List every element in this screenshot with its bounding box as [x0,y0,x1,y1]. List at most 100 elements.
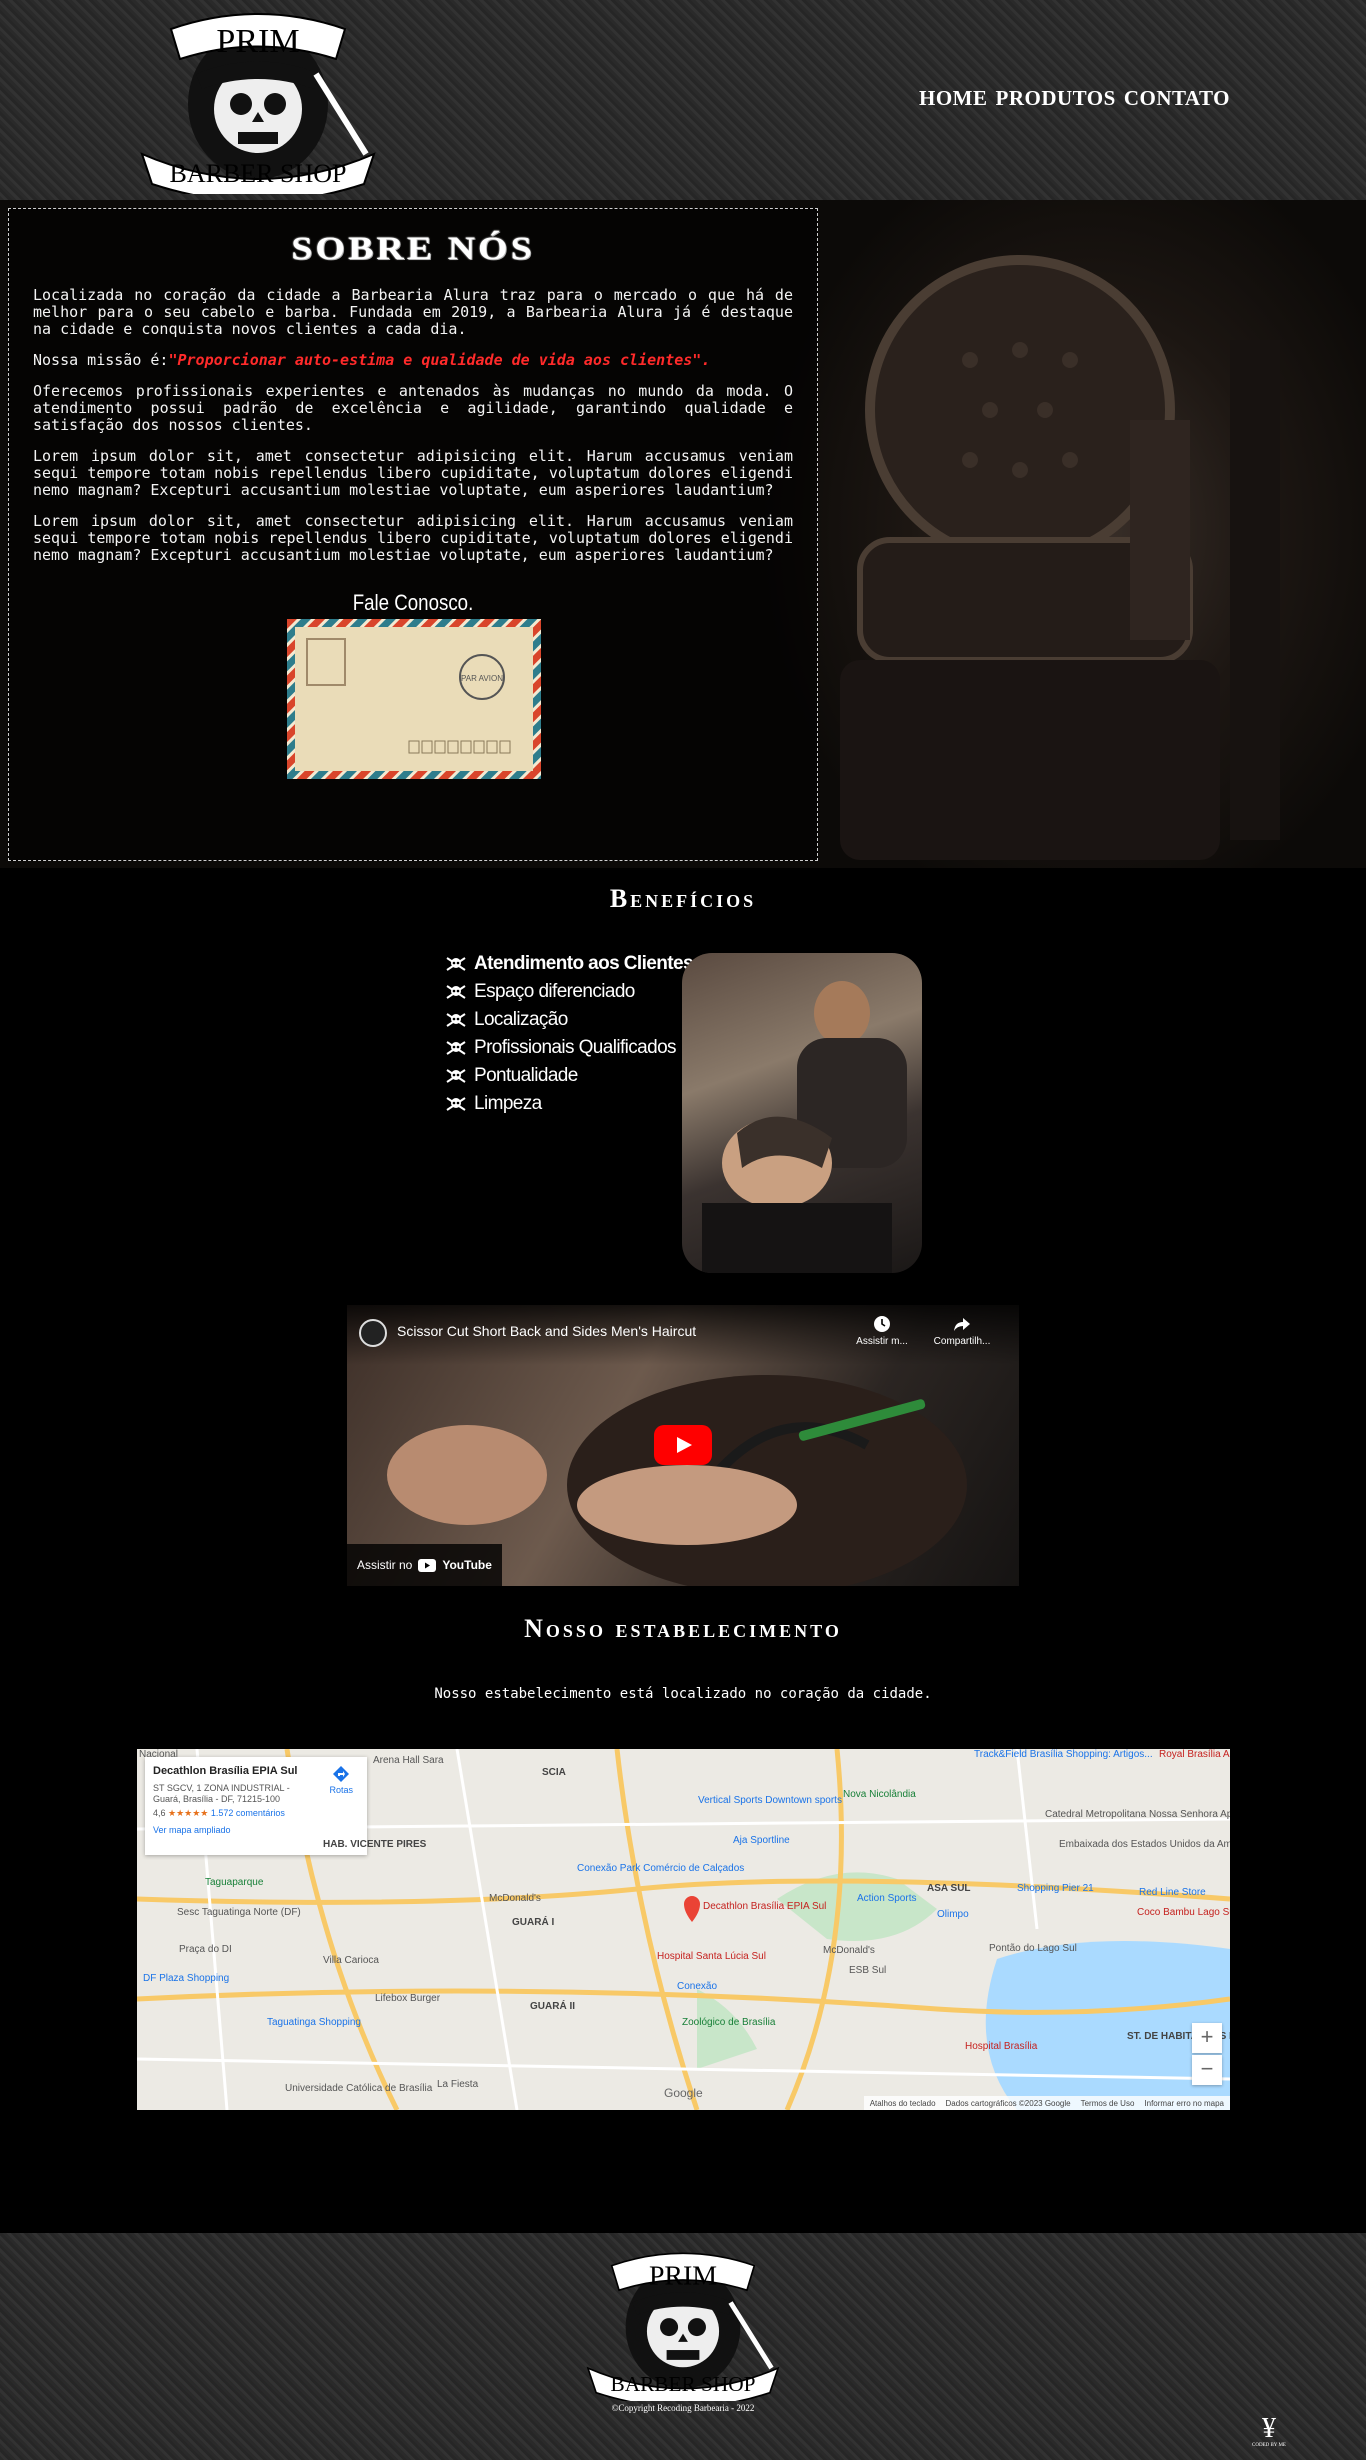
map-label: Catedral Metropolitana Nossa Senhora Apa… [1045,1809,1230,1820]
video-title[interactable]: Scissor Cut Short Back and Sides Men's H… [397,1323,696,1339]
map-label: Zoológico de Brasília [682,2017,776,2028]
estabelecimento-title: Nosso estabelecimento [524,1614,842,1643]
place-rating: 4,6 ★★★★★ 1.572 comentários [153,1808,285,1818]
map-label: Taguaparque [205,1877,264,1888]
svg-text:PRIM: PRIM [649,2260,717,2291]
skull-crossbones-icon [446,1097,466,1111]
map-label: Embaixada dos Estados Unidos da América [1059,1839,1230,1850]
prim-barber-shop-logo[interactable]: PRIM BARBER SHOP [583,2245,783,2401]
svg-text:BARBER SHOP: BARBER SHOP [170,159,347,188]
map-label: Shopping Pier 21 [1017,1883,1094,1894]
place-address: ST SGCV, 1 ZONA INDUSTRIAL - Guará, Bras… [153,1783,290,1804]
sobre-paragraph-5: Lorem ipsum dolor sit, amet consectetur … [33,512,793,564]
map-label: Praça do DI [179,1944,232,1955]
sobre-section: SOBRE NÓS Localizada no coração da cidad… [0,200,1366,868]
skull-crossbones-icon [446,1041,466,1055]
estabelecimento-text: Nosso estabelecimento está localizado no… [434,1686,932,1702]
main-nav: HOME PRODUTOS CONTATO [919,86,1230,111]
map-label: Nacional [139,1749,178,1760]
map-label: Red Line Store [1139,1887,1206,1898]
beneficio-item: Limpeza [446,1090,693,1118]
map-label: Sesc Taguatinga Norte (DF) [177,1907,301,1918]
svg-text:PRIM: PRIM [216,23,299,60]
youtube-video-embed[interactable]: Scissor Cut Short Back and Sides Men's H… [347,1305,1019,1586]
svg-text:PAR AVION: PAR AVION [461,674,503,683]
sobre-paragraph-3: Oferecemos profissionais experientes e a… [33,382,793,434]
map-label: Vertical Sports Downtown sports [698,1795,842,1806]
map-label: Olimpo [937,1909,969,1920]
skull-crossbones-icon [446,1013,466,1027]
map-label: Royal Brasília Alvor [1159,1749,1230,1760]
map-label: GUARÁ II [530,2001,575,2012]
terms-link[interactable]: Termos de Uso [1081,2099,1135,2108]
nav-contato[interactable]: CONTATO [1124,86,1230,111]
beneficios-list: Atendimento aos Clientes Espaço diferenc… [446,950,694,1118]
skull-crossbones-icon [446,957,466,971]
beneficio-item: Localização [446,1006,693,1034]
larger-map-link[interactable]: Ver mapa ampliado [153,1825,359,1835]
sobre-paragraph-4: Lorem ipsum dolor sit, amet consectetur … [33,447,793,499]
svg-text:BARBER SHOP: BARBER SHOP [611,2372,756,2396]
google-map-embed[interactable]: Decathlon Brasília EPIA Sul ST SGCV, 1 Z… [137,1749,1230,2110]
yen-symbol-icon: ¥ [1261,2413,1276,2444]
map-footer: Atalhos do teclado Dados cartográficos ©… [863,2096,1230,2110]
map-label: Universidade Católica de Brasília [285,2083,433,2094]
site-header: PRIM BARBER SHOP HOME PRODUTOS CONTATO [0,0,1366,200]
map-label: McDonald's [823,1945,875,1956]
map-label: McDonald's [489,1893,541,1904]
channel-avatar[interactable] [359,1319,387,1347]
map-label: Lifebox Burger [375,1993,441,2004]
copyright-text: ©Copyright Recoding Barbearia - 2022 [611,2403,755,2413]
map-label: Nova Nicolândia [843,1789,916,1800]
beneficio-item: Profissionais Qualificados [446,1034,693,1062]
envelope-contact-icon[interactable]: PAR AVION [287,619,541,779]
beneficio-item: Pontualidade [446,1062,693,1090]
map-label: Hospital Santa Lúcia Sul [657,1951,766,1962]
beneficio-item: Espaço diferenciado [446,978,693,1006]
nav-home[interactable]: HOME [919,86,988,111]
sobre-card: SOBRE NÓS Localizada no coração da cidad… [8,208,818,861]
skull-crossbones-icon [446,985,466,999]
zoom-in-button[interactable]: + [1192,2023,1222,2053]
coded-by-badge: ¥ CODED BY ME [1252,2413,1286,2449]
map-label: SCIA [542,1767,566,1778]
map-label: Pontão do Lago Sul [989,1943,1077,1954]
map-label: Hospital Brasília [965,2041,1038,2052]
directions-icon [333,1766,350,1782]
share-button[interactable]: Compartilh... [927,1315,997,1347]
clock-icon [874,1316,890,1332]
zoom-out-button[interactable]: − [1192,2055,1222,2085]
barber-at-work-photo [682,953,922,1273]
map-label: HAB. VICENTE PIRES [323,1839,427,1850]
nav-produtos[interactable]: PRODUTOS [996,86,1116,111]
fale-conosco-label: Fale Conosco. [352,590,474,615]
sobre-title: SOBRE NÓS [291,231,535,267]
directions-button[interactable]: Rotas [329,1765,353,1795]
rating-stars: ★★★★★ [168,1808,209,1818]
reviews-link[interactable]: 1.572 comentários [211,1808,285,1818]
map-label: Villa Carioca [323,1955,379,1966]
map-label: ESB Sul [849,1965,887,1976]
site-footer: PRIM BARBER SHOP ©Copyright Recoding Bar… [0,2233,1366,2460]
mission-text: "Proporcionar auto-estima e qualidade de… [168,351,711,369]
prim-barber-shop-logo[interactable]: PRIM BARBER SHOP [136,4,380,194]
map-label: Conexão Park Comércio de Calçados [577,1863,745,1874]
map-label: Conexão [677,1981,718,1992]
watch-later-button[interactable]: Assistir m... [847,1315,917,1347]
map-label: ASA SUL [927,1883,971,1894]
barber-chair-image [840,255,1280,860]
beneficio-item: Atendimento aos Clientes [446,950,694,978]
mission-label: Nossa missão é: [33,351,169,369]
play-button[interactable] [654,1425,712,1465]
map-label: La Fiesta [437,2079,479,2090]
watch-on-youtube-button[interactable]: Assistir no YouTube [347,1544,502,1586]
map-label: Decathlon Brasília EPIA Sul [703,1901,827,1912]
share-icon [954,1318,970,1331]
map-label: Taguatinga Shopping [267,2017,361,2028]
place-name: Decathlon Brasília EPIA Sul [153,1765,298,1777]
map-label: Action Sports [857,1893,917,1904]
keyboard-shortcuts-link[interactable]: Atalhos do teclado [870,2099,936,2108]
report-error-link[interactable]: Informar erro no mapa [1144,2099,1224,2108]
map-data-credit: Dados cartográficos ©2023 Google [945,2098,1071,2108]
google-logo: Google [664,2086,703,2100]
